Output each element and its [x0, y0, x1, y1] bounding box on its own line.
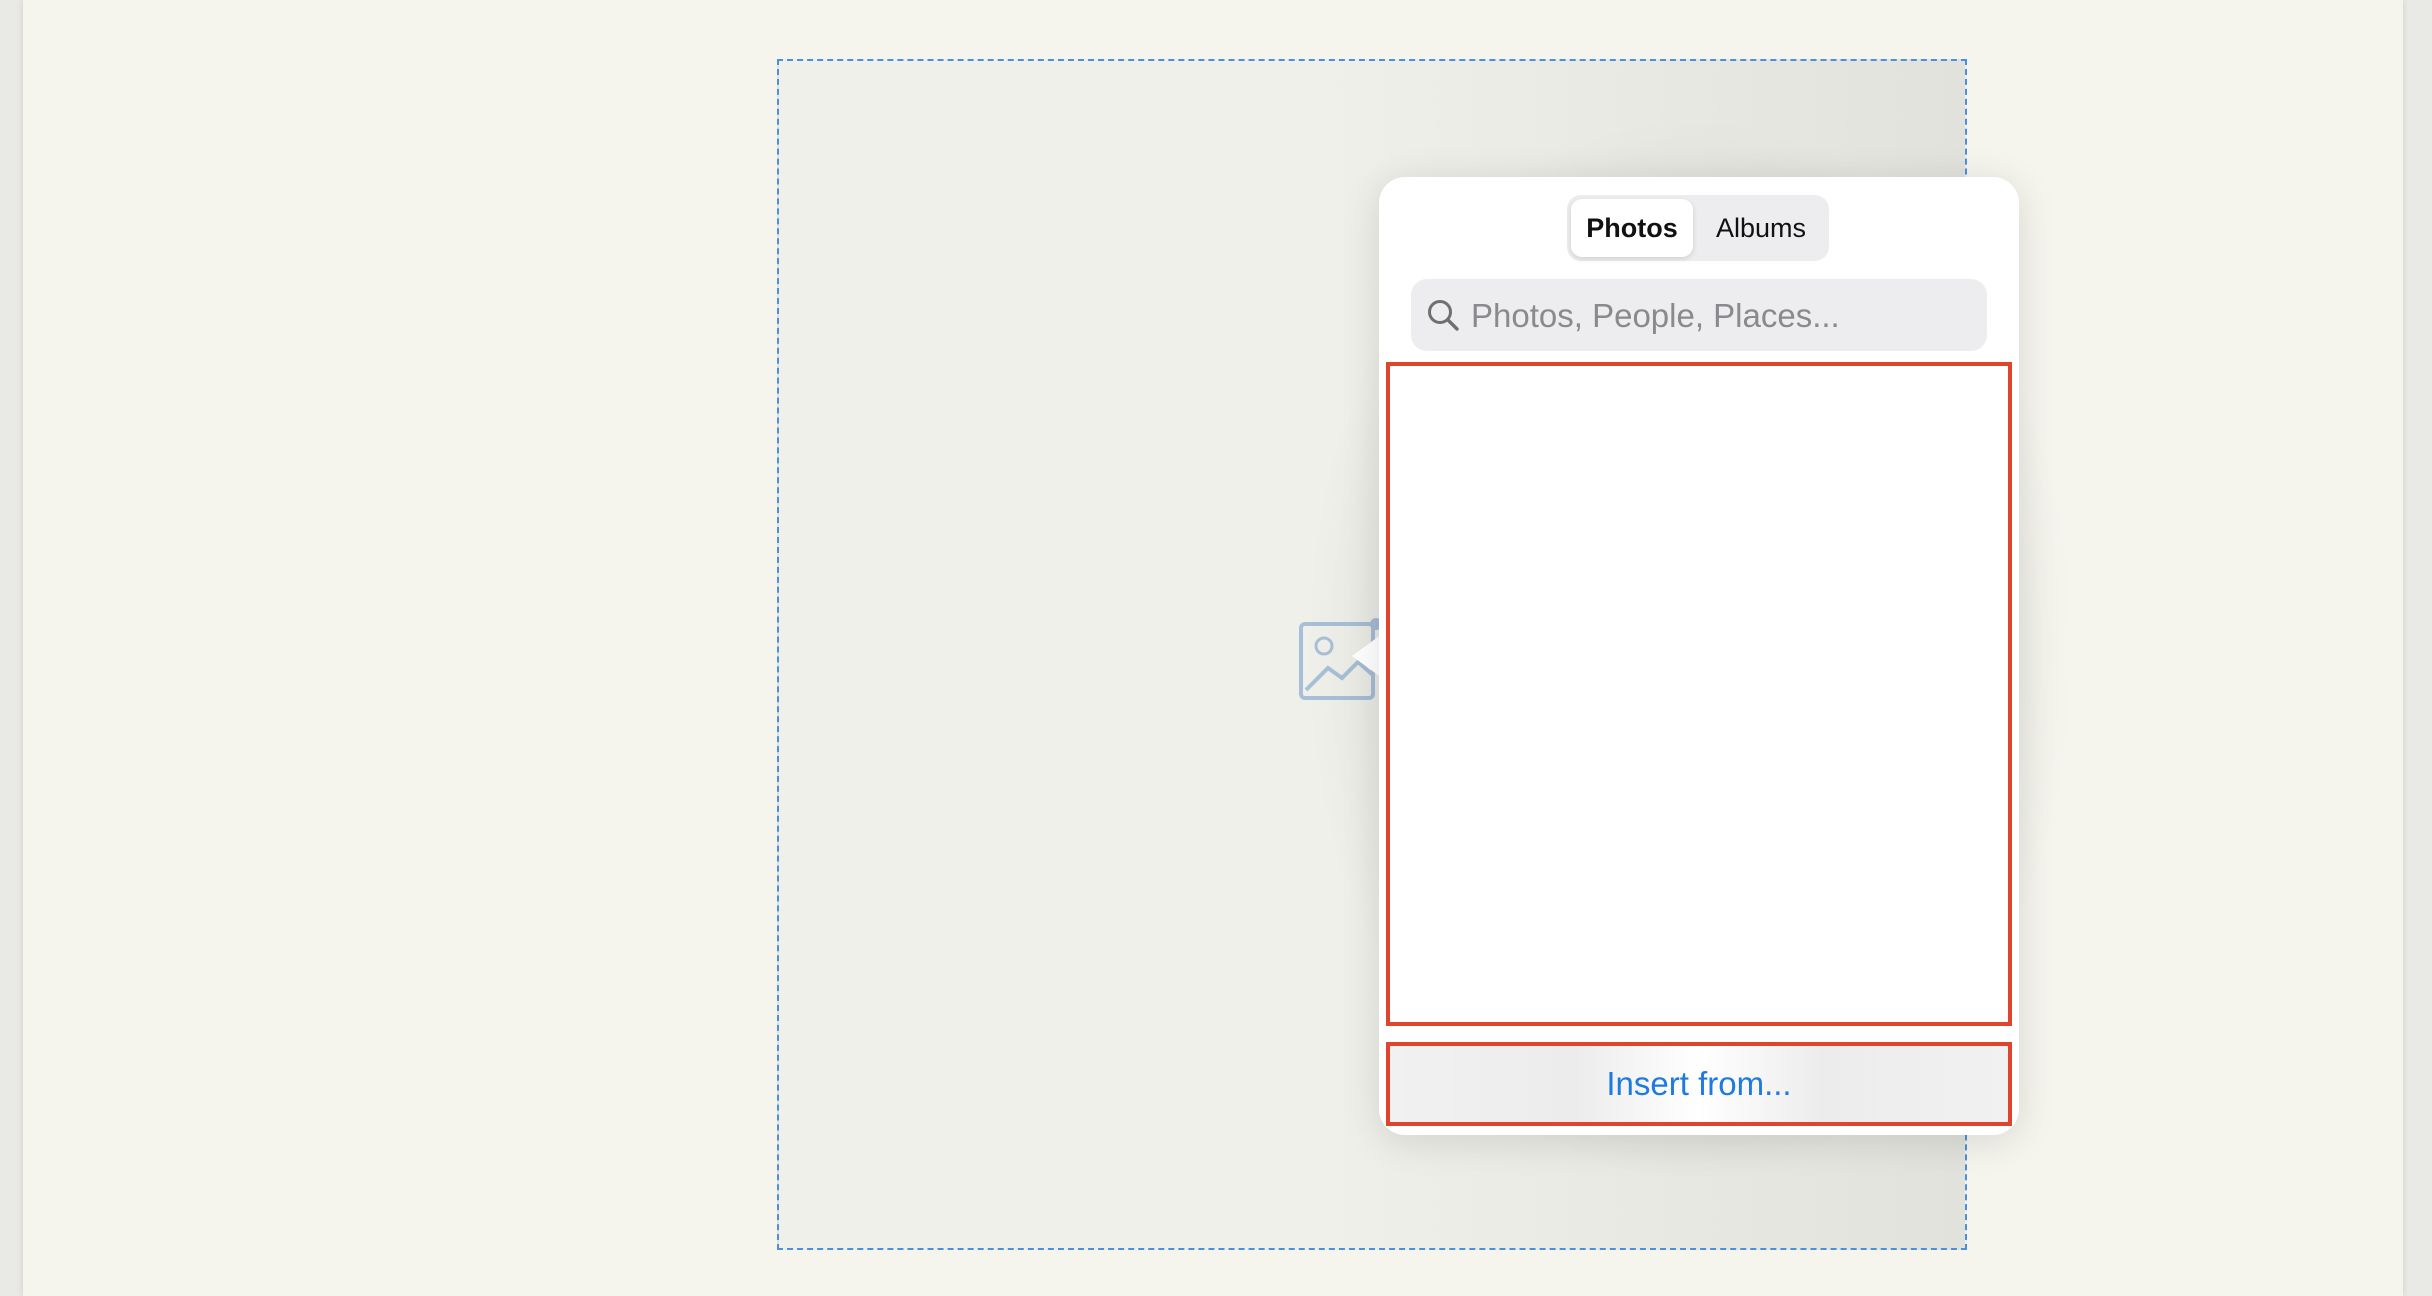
- popover-arrow: [1352, 634, 1382, 678]
- insert-from-label: Insert from...: [1606, 1065, 1792, 1102]
- search-field[interactable]: [1411, 279, 1987, 353]
- search-icon: [1428, 300, 1459, 331]
- document-page: [23, 0, 2403, 1296]
- tab-albums[interactable]: Albums: [1697, 199, 1825, 257]
- photos-albums-segmented-control: Photos Albums: [1567, 195, 1829, 261]
- photo-grid[interactable]: [1386, 362, 2012, 1026]
- insert-from-button[interactable]: Insert from...: [1386, 1042, 2012, 1126]
- search-input[interactable]: [1469, 279, 1973, 353]
- tab-photos[interactable]: Photos: [1571, 199, 1693, 257]
- photo-picker-popover: Photos Albums Insert from...: [1379, 177, 2019, 1135]
